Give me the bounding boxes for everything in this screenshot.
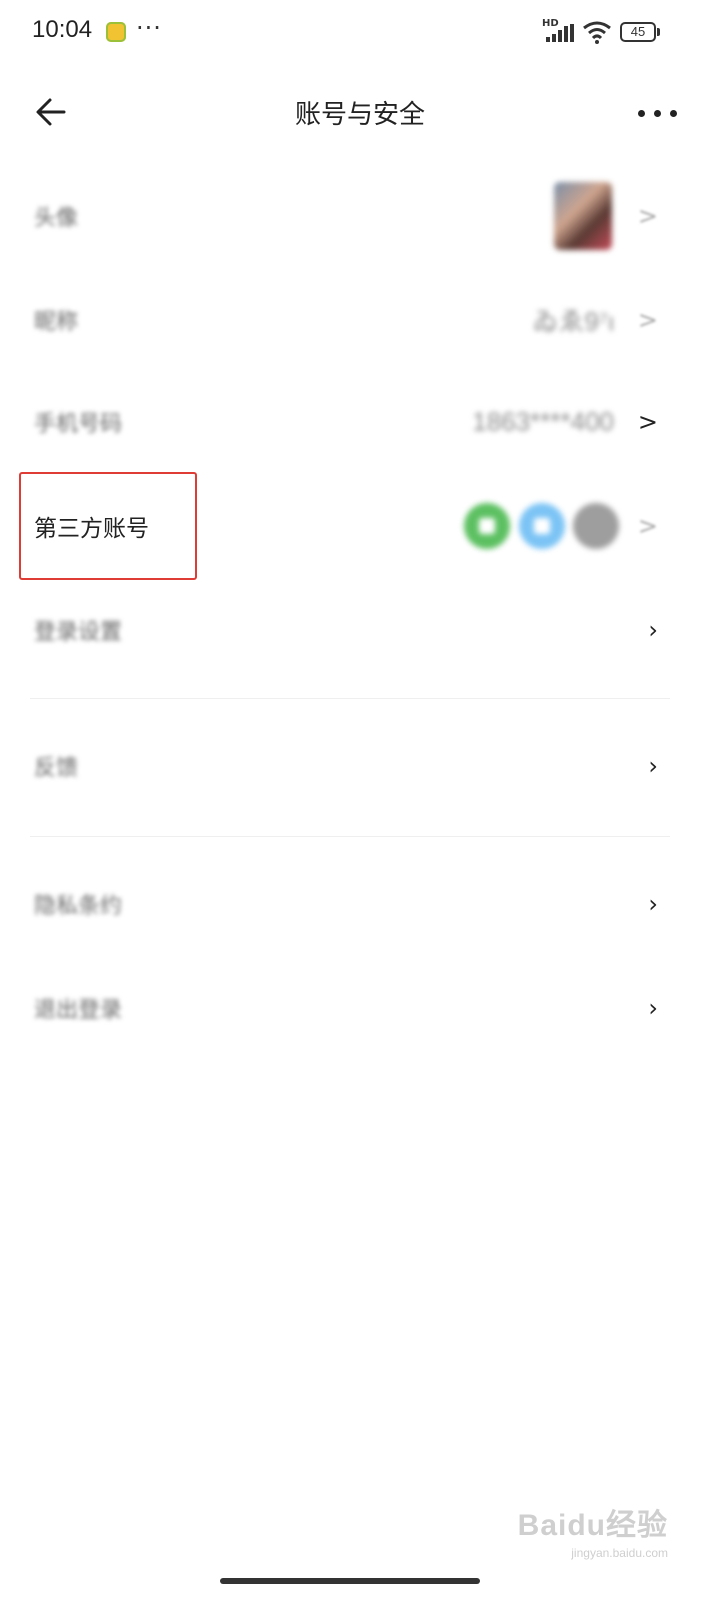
row-label: 头像 — [34, 206, 79, 231]
watermark-logo: Baidu经验 — [517, 1509, 668, 1542]
row-label: 登录设置 — [34, 620, 123, 645]
divider — [30, 836, 670, 837]
divider — [30, 698, 670, 699]
qq-icon — [519, 503, 565, 549]
wifi-icon — [583, 21, 611, 44]
more-dot — [654, 110, 661, 117]
more-dot — [670, 110, 677, 117]
watermark: Baidu经验 jingyan.baidu.com — [518, 1500, 668, 1560]
home-indicator[interactable] — [220, 1578, 480, 1584]
chevron-right-icon: › — [648, 890, 658, 918]
wechat-icon — [464, 503, 510, 549]
battery-tip — [657, 28, 660, 36]
battery-icon: 45 — [620, 22, 656, 42]
nickname-value: ゐゑ9⁷ι — [532, 306, 614, 337]
chevron-right-icon: > — [637, 306, 658, 334]
avatar — [554, 182, 612, 250]
chevron-right-icon: > — [637, 512, 658, 540]
row-third-party-accounts[interactable]: 第三方账号 > — [0, 476, 720, 576]
chevron-right-icon: › — [648, 994, 658, 1022]
chevron-right-icon: > — [637, 202, 658, 230]
row-privacy[interactable]: 隐私条约 › — [0, 854, 720, 954]
status-bar: 10:04 ··· HD 45 — [0, 0, 720, 64]
header: 账号与安全 — [0, 72, 720, 152]
watermark-url: jingyan.baidu.com — [571, 1546, 668, 1560]
notification-app-icon — [106, 22, 126, 42]
row-nickname[interactable]: 昵称 ゐゑ9⁷ι > — [0, 270, 720, 370]
row-label: 隐私条约 — [34, 894, 123, 919]
row-label: 昵称 — [34, 310, 79, 335]
row-label: 第三方账号 — [34, 516, 149, 542]
weibo-icon — [573, 503, 619, 549]
row-label: 手机号码 — [34, 412, 123, 437]
signal-icon — [546, 24, 574, 42]
chevron-right-icon: › — [648, 752, 658, 780]
page-title: 账号与安全 — [294, 100, 425, 130]
more-button[interactable] — [636, 92, 680, 132]
chevron-right-icon: > — [637, 408, 658, 436]
status-time: 10:04 — [32, 16, 93, 43]
phone-value: 1863****400 — [472, 406, 614, 437]
status-more-icon: ··· — [136, 14, 162, 42]
row-feedback[interactable]: 反馈 › — [0, 716, 720, 816]
row-label: 反馈 — [34, 756, 79, 781]
chevron-right-icon: › — [648, 616, 658, 644]
row-phone[interactable]: 手机号码 1863****400 > — [0, 372, 720, 472]
row-login-settings[interactable]: 登录设置 › — [0, 580, 720, 680]
row-logout[interactable]: 退出登录 › — [0, 958, 720, 1058]
row-avatar[interactable]: 头像 > — [0, 166, 720, 266]
more-dot — [638, 110, 645, 117]
row-label: 退出登录 — [34, 998, 123, 1023]
